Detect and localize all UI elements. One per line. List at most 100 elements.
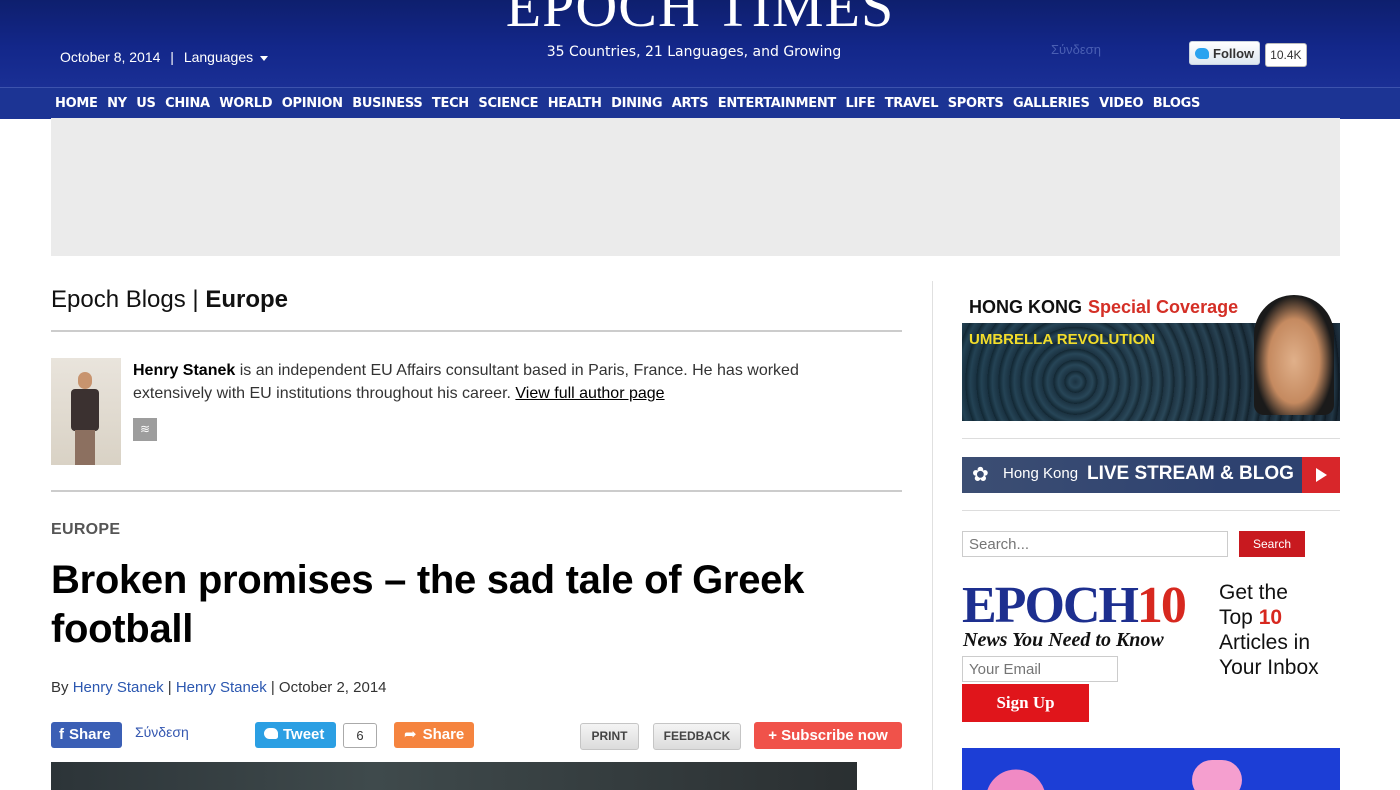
author-bio: Henry Stanek is an independent EU Affair… bbox=[133, 359, 863, 405]
epoch10-logo: EPOCH10 bbox=[962, 577, 1187, 634]
hong-kong-coverage-banner[interactable]: HONG KONG Special Coverage UMBRELLA REVOL… bbox=[962, 285, 1340, 421]
email-field[interactable] bbox=[962, 656, 1118, 682]
epoch10-brand: EPOCH bbox=[962, 577, 1139, 634]
twitter-follow-label: Follow bbox=[1213, 45, 1255, 61]
dancer-image bbox=[979, 762, 1045, 790]
facebook-share-button[interactable]: f Share bbox=[51, 722, 122, 748]
languages-label: Languages bbox=[183, 49, 254, 65]
hk-subtitle: Special Coverage bbox=[1088, 297, 1239, 317]
column-divider bbox=[932, 281, 933, 790]
article-headline: Broken promises – the sad tale of Greek … bbox=[51, 558, 805, 651]
generic-share-button[interactable]: ➦ Share bbox=[394, 722, 474, 748]
tweet-count: 6 bbox=[343, 723, 377, 748]
twitter-bird-icon bbox=[1195, 47, 1209, 59]
nav-item-science[interactable]: SCIENCE bbox=[478, 88, 538, 119]
subscribe-button[interactable]: + Subscribe now bbox=[754, 722, 902, 749]
section-title: Epoch Blogs | Europe bbox=[51, 286, 288, 314]
epoch10-tagline: News You Need to Know bbox=[963, 629, 1164, 651]
search-button[interactable]: Search bbox=[1239, 531, 1305, 557]
promo-line2: Top 10 bbox=[1219, 605, 1319, 630]
live-stream-banner[interactable]: ✿ Hong Kong LIVE STREAM & BLOG bbox=[962, 457, 1340, 493]
nav-item-travel[interactable]: TRAVEL bbox=[885, 88, 939, 119]
tweet-button[interactable]: Tweet bbox=[255, 722, 336, 748]
print-button[interactable]: PRINT bbox=[580, 723, 639, 750]
site-header: EPOCH TIMES 35 Countries, 21 Languages, … bbox=[0, 0, 1400, 87]
article-category[interactable]: EUROPE bbox=[51, 521, 120, 539]
nav-item-arts[interactable]: ARTS bbox=[672, 88, 709, 119]
hk-banner-title: HONG KONG Special Coverage bbox=[969, 297, 1238, 318]
promo-line3: Articles in bbox=[1219, 631, 1311, 654]
facebook-signin-link[interactable]: Σύνδεση bbox=[135, 724, 189, 740]
avatar-legs bbox=[75, 430, 95, 465]
divider bbox=[962, 438, 1340, 439]
article-hero-image bbox=[51, 762, 857, 790]
divider bbox=[51, 490, 902, 492]
current-date: October 8, 2014 bbox=[60, 49, 161, 65]
article-byline: By Henry Stanek | Henry Stanek | October… bbox=[51, 679, 387, 696]
view-author-page-link[interactable]: View full author page bbox=[515, 385, 664, 402]
nav-item-ny[interactable]: NY bbox=[107, 88, 127, 119]
byline-author-link[interactable]: Henry Stanek bbox=[176, 679, 267, 696]
section-prefix[interactable]: Epoch Blogs | bbox=[51, 286, 205, 313]
byline-author-link[interactable]: Henry Stanek bbox=[73, 679, 164, 696]
promo-line1: Get the bbox=[1219, 581, 1288, 604]
date-language-bar: October 8, 2014 | Languages bbox=[60, 49, 269, 65]
author-name: Henry Stanek bbox=[133, 362, 236, 379]
search-input[interactable] bbox=[962, 531, 1228, 557]
nav-item-blogs[interactable]: BLOGS bbox=[1153, 88, 1201, 119]
twitter-follow-button[interactable]: Follow bbox=[1189, 41, 1261, 65]
protester-image bbox=[1254, 295, 1334, 415]
umbrella-revolution-label: UMBRELLA REVOLUTION bbox=[969, 331, 1156, 348]
divider bbox=[962, 510, 1340, 511]
caret-down-icon bbox=[260, 55, 269, 61]
promo-line4: Your Inbox bbox=[1219, 656, 1319, 679]
nav-item-sports[interactable]: SPORTS bbox=[948, 88, 1004, 119]
avatar-body bbox=[71, 389, 99, 431]
twitter-follower-count: 10.4K bbox=[1265, 42, 1307, 67]
epoch10-promo-text: Get the Top 10 Articles in Your Inbox bbox=[1219, 580, 1319, 680]
rss-icon[interactable]: ≋ bbox=[133, 418, 157, 441]
facebook-icon: f bbox=[59, 726, 64, 743]
nav-item-business[interactable]: BUSINESS bbox=[352, 88, 422, 119]
nav-item-life[interactable]: LIFE bbox=[846, 88, 876, 119]
byline-sep: | bbox=[163, 679, 176, 696]
nav-item-world[interactable]: WORLD bbox=[219, 88, 272, 119]
nav-item-us[interactable]: US bbox=[136, 88, 156, 119]
nav-item-china[interactable]: CHINA bbox=[165, 88, 210, 119]
dancer-image bbox=[1192, 760, 1242, 790]
nav-item-home[interactable]: HOME bbox=[55, 88, 98, 119]
nav-item-galleries[interactable]: GALLERIES bbox=[1013, 88, 1090, 119]
hk-title: HONG KONG bbox=[969, 297, 1083, 317]
feedback-button[interactable]: FEEDBACK bbox=[653, 723, 741, 750]
site-logo[interactable]: EPOCH TIMES bbox=[0, 0, 1400, 36]
nav-item-dining[interactable]: DINING bbox=[611, 88, 662, 119]
share-arrow-icon: ➦ bbox=[404, 726, 417, 743]
tweet-label: Tweet bbox=[283, 726, 325, 743]
bauhinia-flower-icon: ✿ bbox=[972, 464, 989, 486]
nav-item-opinion[interactable]: OPINION bbox=[282, 88, 343, 119]
promo-top: Top bbox=[1219, 606, 1259, 629]
nav-item-tech[interactable]: TECH bbox=[432, 88, 469, 119]
share-bar: f Share Σύνδεση Tweet 6 ➦ Share PRINT FEED… bbox=[51, 722, 902, 750]
section-name[interactable]: Europe bbox=[205, 286, 288, 313]
author-avatar[interactable] bbox=[51, 358, 121, 465]
share-label: Share bbox=[422, 726, 465, 743]
epoch10-number: 10 bbox=[1136, 577, 1187, 634]
nav-item-entertainment[interactable]: ENTERTAINMENT bbox=[718, 88, 837, 119]
signin-link[interactable]: Σύνδεση bbox=[1051, 42, 1101, 57]
advertisement-banner[interactable] bbox=[51, 118, 1340, 256]
nav-list: HOME NY US CHINA WORLD OPINION BUSINESS TECH SCI… bbox=[0, 88, 1400, 119]
twitter-follow-widget: Follow 10.4K bbox=[1189, 41, 1307, 67]
nav-item-video[interactable]: VIDEO bbox=[1099, 88, 1143, 119]
signup-button[interactable]: Sign Up bbox=[962, 684, 1089, 722]
live-title: LIVE STREAM & BLOG bbox=[1087, 463, 1294, 484]
avatar-head bbox=[78, 372, 92, 389]
languages-dropdown[interactable]: Languages bbox=[183, 49, 269, 65]
byline-date: | October 2, 2014 bbox=[266, 679, 387, 696]
twitter-bird-icon bbox=[264, 728, 278, 739]
play-icon[interactable] bbox=[1302, 457, 1340, 493]
facebook-share-label: Share bbox=[69, 726, 111, 743]
nav-item-health[interactable]: HEALTH bbox=[548, 88, 602, 119]
byline-by: By bbox=[51, 679, 73, 696]
sidebar-promo-banner[interactable] bbox=[962, 748, 1340, 790]
